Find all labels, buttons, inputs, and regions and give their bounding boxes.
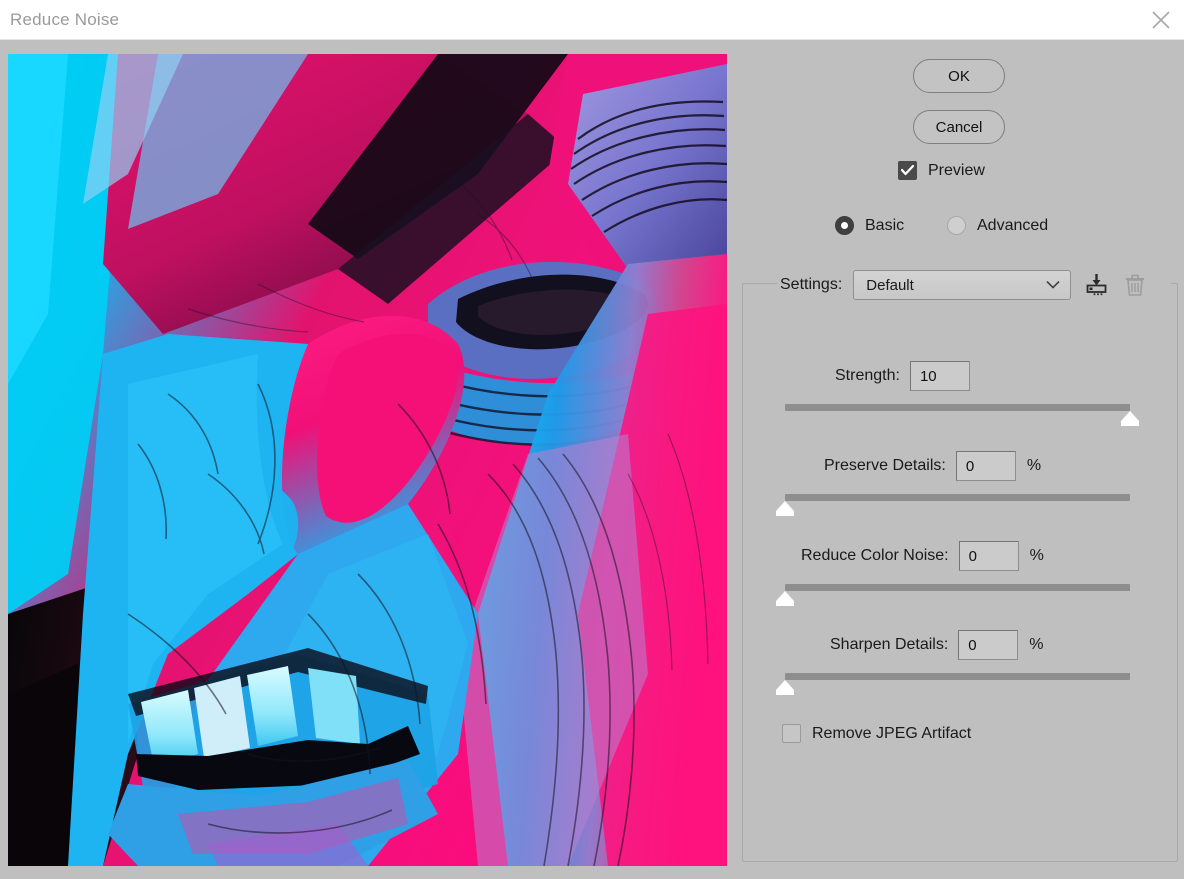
slider-handle-icon: [776, 591, 794, 606]
slider-label-reduce-color-noise: Reduce Color Noise:: [801, 547, 949, 564]
slider-input-strength[interactable]: 10: [909, 361, 970, 391]
preview-artwork: [8, 54, 727, 866]
slider-track-bar-preserve-details: [785, 494, 1130, 501]
slider-track-bar-sharpen-details: [785, 673, 1130, 680]
radio-circle-basic: [835, 216, 854, 235]
radio-advanced[interactable]: Advanced: [947, 216, 1048, 235]
slider-thumb-sharpen-details[interactable]: [774, 679, 796, 697]
slider-handle-icon: [1121, 411, 1139, 426]
slider-head-reduce-color-noise: Reduce Color Noise: 0 %: [801, 541, 1044, 571]
slider-input-preserve-details[interactable]: 0: [955, 451, 1016, 481]
settings-label: Settings:: [780, 276, 843, 293]
delete-settings-button[interactable]: [1123, 272, 1147, 298]
slider-head-sharpen-details: Sharpen Details: 0 %: [830, 630, 1044, 660]
radio-basic-label: Basic: [865, 216, 905, 234]
slider-unit-sharpen-details: %: [1029, 636, 1044, 653]
radio-basic[interactable]: Basic: [835, 216, 904, 235]
slider-label-strength: Strength:: [835, 367, 900, 384]
title-bar: Reduce Noise: [0, 0, 1184, 40]
slider-thumb-reduce-color-noise[interactable]: [774, 590, 796, 608]
radio-dot-basic: [841, 222, 848, 229]
save-settings-button[interactable]: [1085, 272, 1109, 298]
trash-icon: [1126, 274, 1145, 296]
remove-jpeg-artifact-label: Remove JPEG Artifact: [812, 724, 972, 742]
checkbox-box-jpeg: [782, 724, 801, 743]
slider-input-reduce-color-noise[interactable]: 0: [958, 541, 1019, 571]
preview-checkbox-label: Preview: [928, 161, 985, 179]
remove-jpeg-artifact-checkbox[interactable]: Remove JPEG Artifact: [782, 724, 971, 743]
radio-circle-advanced: [947, 216, 966, 235]
slider-track-bar-reduce-color-noise: [785, 584, 1130, 591]
radio-dot-advanced: [953, 222, 960, 229]
close-button[interactable]: [1138, 0, 1184, 40]
settings-row: Settings: Default: [780, 270, 1147, 300]
slider-handle-icon: [776, 680, 794, 695]
slider-label-sharpen-details: Sharpen Details:: [830, 636, 949, 653]
slider-input-sharpen-details[interactable]: 0: [958, 630, 1019, 660]
ok-button[interactable]: OK: [913, 59, 1005, 93]
settings-select-value: Default: [866, 276, 914, 294]
close-icon: [1152, 11, 1170, 29]
chevron-down-icon: [1046, 281, 1060, 289]
slider-thumb-strength[interactable]: [1119, 410, 1141, 428]
slider-head-preserve-details: Preserve Details: 0 %: [824, 451, 1041, 481]
slider-label-preserve-details: Preserve Details:: [824, 457, 946, 474]
save-settings-icon: [1086, 274, 1107, 296]
slider-unit-reduce-color-noise: %: [1029, 547, 1044, 564]
slider-track-sharpen-details[interactable]: [776, 673, 1130, 695]
slider-handle-icon: [776, 501, 794, 516]
cancel-button[interactable]: Cancel: [913, 110, 1005, 144]
slider-head-strength: Strength: 10: [835, 361, 970, 391]
slider-track-reduce-color-noise[interactable]: [776, 584, 1130, 606]
checkbox-box-preview: [898, 161, 917, 180]
controls-panel: OK Cancel Preview Basic Advanced Setting…: [735, 48, 1184, 874]
page-title: Reduce Noise: [10, 10, 120, 29]
check-icon: [901, 165, 914, 176]
preview-checkbox[interactable]: Preview: [898, 161, 985, 180]
image-preview[interactable]: [8, 54, 727, 866]
slider-unit-preserve-details: %: [1026, 457, 1042, 474]
reduce-noise-dialog: Reduce Noise OK Cancel Preview Basic Adv…: [0, 0, 1184, 879]
slider-track-strength[interactable]: [785, 404, 1139, 426]
slider-track-bar-strength: [785, 404, 1130, 411]
settings-select[interactable]: Default: [853, 270, 1072, 300]
radio-advanced-label: Advanced: [977, 216, 1049, 234]
slider-thumb-preserve-details[interactable]: [774, 500, 796, 518]
slider-track-preserve-details[interactable]: [776, 494, 1130, 516]
